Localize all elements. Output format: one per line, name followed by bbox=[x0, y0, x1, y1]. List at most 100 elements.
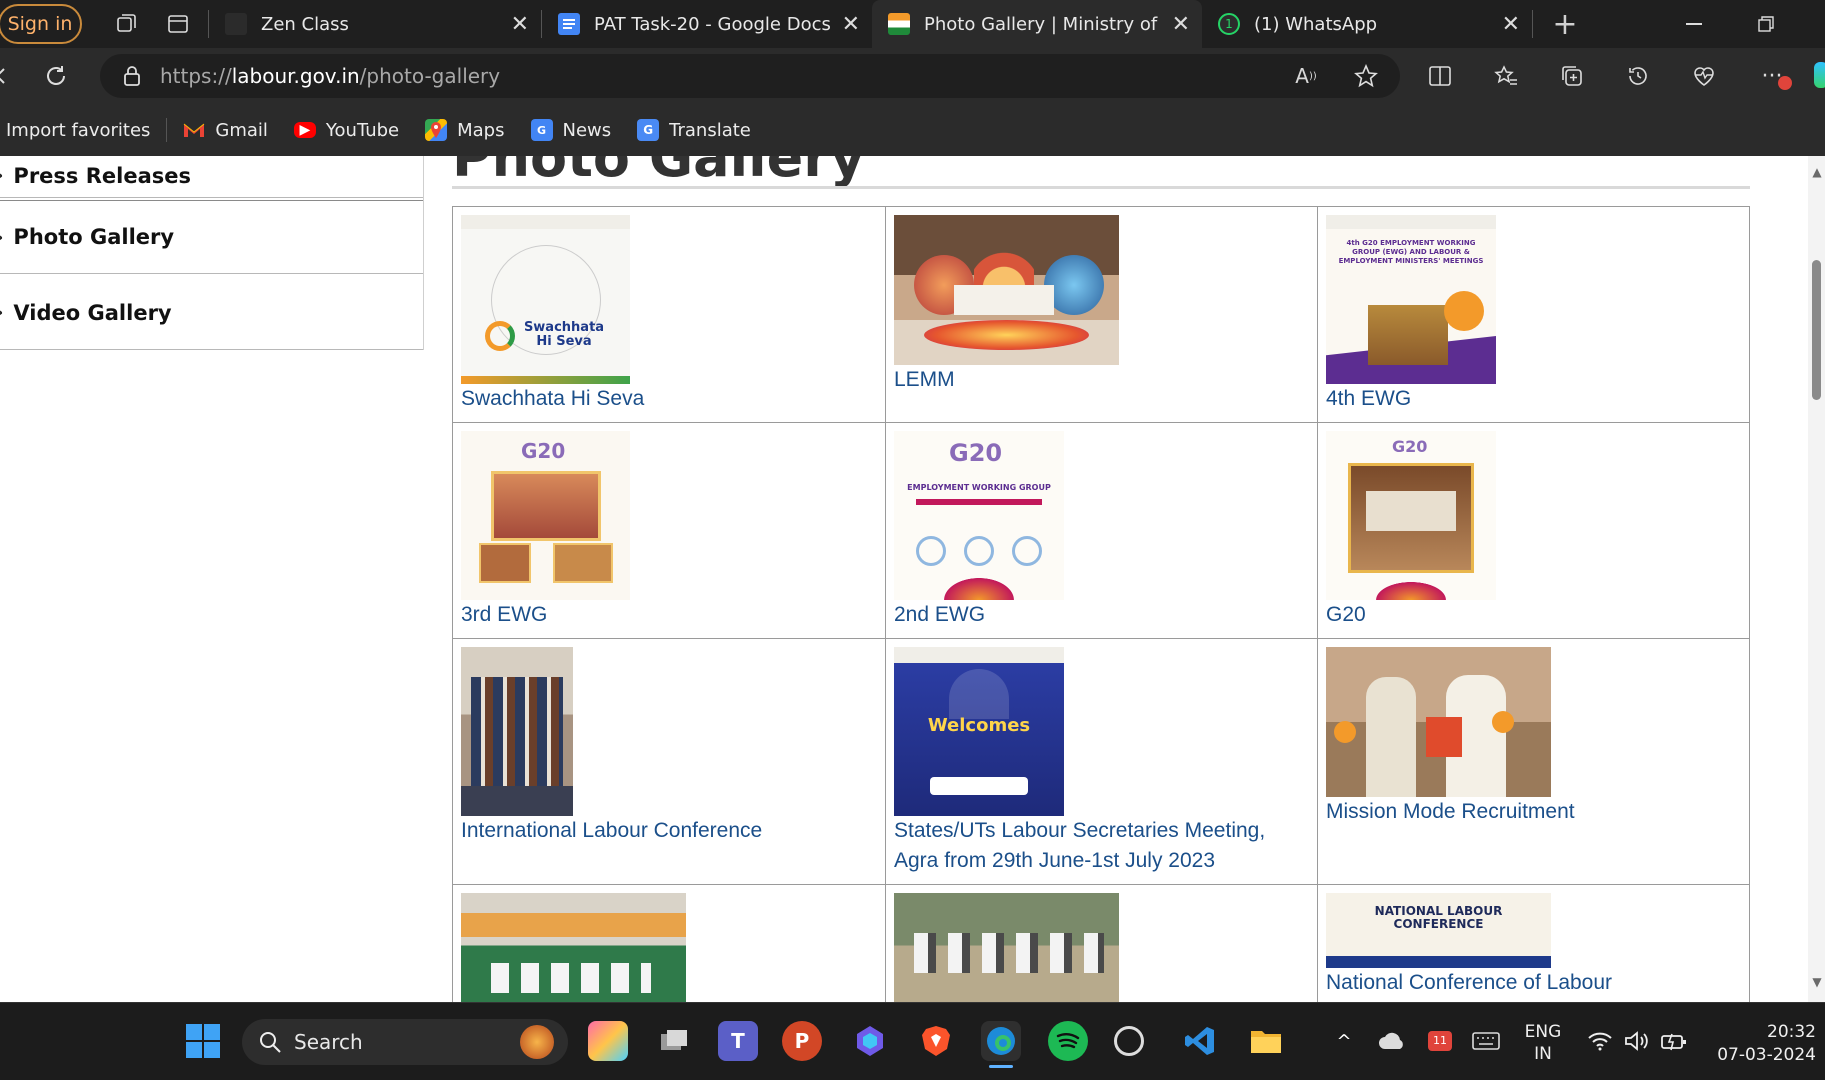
close-tab-icon[interactable]: ✕ bbox=[511, 12, 529, 37]
gallery-item[interactable]: 4th G20 EMPLOYMENT WORKING GROUP (EWG) A… bbox=[1318, 207, 1749, 422]
restore-button[interactable] bbox=[1736, 0, 1796, 48]
gallery-caption-link[interactable]: Mission Mode Recruitment bbox=[1326, 797, 1749, 827]
copilot-icon[interactable] bbox=[850, 1021, 890, 1061]
agra-meeting-thumbnail[interactable]: Welcomes bbox=[894, 647, 1064, 816]
sidebar-item-press-releases[interactable]: › Press Releases bbox=[0, 156, 424, 198]
browser-essentials-icon[interactable] bbox=[1688, 60, 1720, 92]
gallery-item[interactable]: Welcomes States/UTs Labour Secretaries M… bbox=[886, 639, 1318, 884]
g20-thumbnail[interactable]: G20 bbox=[1326, 431, 1496, 600]
gallery-caption-link[interactable]: 4th EWG bbox=[1326, 384, 1749, 414]
copilot-app-icon[interactable] bbox=[588, 1021, 628, 1061]
onedrive-icon[interactable] bbox=[1372, 1021, 1412, 1061]
favorite-star-icon[interactable] bbox=[1350, 60, 1382, 92]
new-tab-button[interactable]: + bbox=[1545, 4, 1585, 44]
tab-actions-icon[interactable] bbox=[158, 4, 198, 44]
2nd-ewg-thumbnail[interactable]: G20 EMPLOYMENT WORKING GROUP bbox=[894, 431, 1064, 600]
lemm-thumbnail[interactable] bbox=[894, 215, 1119, 365]
swachhata-thumbnail[interactable]: Swachhata Hi Seva bbox=[461, 215, 630, 384]
bookmark-import-favorites[interactable]: Import favorites bbox=[6, 120, 150, 141]
gallery-item[interactable]: G20 3rd EWG bbox=[453, 423, 886, 638]
bookmark-translate[interactable]: G Translate bbox=[637, 119, 751, 141]
spotify-icon[interactable] bbox=[1048, 1021, 1088, 1061]
gallery-caption-link[interactable]: LEMM bbox=[894, 365, 1317, 395]
scroll-up-arrow-icon[interactable]: ▲ bbox=[1811, 166, 1823, 178]
gallery-caption-link[interactable]: G20 bbox=[1326, 600, 1749, 630]
gallery-caption-link[interactable]: International Labour Conference bbox=[461, 816, 885, 846]
keyboard-icon[interactable] bbox=[1466, 1021, 1506, 1061]
taskbar-search[interactable]: Search bbox=[242, 1019, 568, 1065]
notifications-badge-icon[interactable]: 11 bbox=[1420, 1021, 1460, 1061]
tab-zen-class[interactable]: Zen Class ✕ bbox=[209, 0, 541, 48]
gallery-item[interactable] bbox=[886, 885, 1318, 1002]
gallery-caption-link[interactable]: States/UTs Labour Secretaries Meeting, A… bbox=[894, 816, 1294, 876]
3rd-ewg-thumbnail[interactable]: G20 bbox=[461, 431, 630, 600]
sidebar-item-video-gallery[interactable]: › Video Gallery bbox=[0, 276, 424, 350]
wifi-icon[interactable] bbox=[1580, 1021, 1620, 1061]
tab-google-docs[interactable]: PAT Task-20 - Google Docs ✕ bbox=[542, 0, 872, 48]
scrollbar-thumb[interactable] bbox=[1812, 260, 1821, 400]
battery-icon[interactable] bbox=[1654, 1021, 1694, 1061]
sidebar-item-photo-gallery[interactable]: › Photo Gallery bbox=[0, 200, 424, 274]
more-options-icon[interactable]: ··· bbox=[1756, 60, 1792, 92]
input-language[interactable]: ENG IN bbox=[1518, 1021, 1568, 1065]
task-view-icon[interactable] bbox=[654, 1021, 694, 1061]
gallery-item[interactable]: International Labour Conference bbox=[453, 639, 886, 884]
vscode-icon[interactable] bbox=[1180, 1021, 1220, 1061]
url-text[interactable]: https://labour.gov.in/photo-gallery bbox=[160, 64, 500, 88]
split-screen-icon[interactable] bbox=[1424, 60, 1456, 92]
chevron-right-icon: › bbox=[0, 227, 3, 248]
chatgpt-icon[interactable] bbox=[1114, 1026, 1144, 1056]
bookmark-youtube[interactable]: ▶ YouTube bbox=[293, 120, 399, 141]
sign-in-button[interactable]: Sign in bbox=[0, 4, 82, 44]
close-tab-icon[interactable]: ✕ bbox=[1502, 12, 1520, 37]
volume-icon[interactable] bbox=[1616, 1021, 1656, 1061]
copilot-icon[interactable] bbox=[1814, 62, 1825, 88]
bookmark-gmail[interactable]: Gmail bbox=[183, 119, 268, 141]
tab-whatsapp[interactable]: 1 (1) WhatsApp ✕ bbox=[1202, 0, 1532, 48]
url-bar[interactable]: https://labour.gov.in/photo-gallery A)) bbox=[100, 54, 1400, 98]
minimize-button[interactable] bbox=[1664, 0, 1724, 48]
4th-ewg-thumbnail[interactable]: 4th G20 EMPLOYMENT WORKING GROUP (EWG) A… bbox=[1326, 215, 1496, 384]
mission-recruitment-thumbnail[interactable] bbox=[1326, 647, 1551, 797]
edge-icon[interactable] bbox=[981, 1021, 1021, 1068]
url-prefix: https:// bbox=[160, 64, 232, 88]
bookmark-news[interactable]: G News bbox=[530, 119, 611, 141]
gallery-caption-link[interactable]: National Conference of Labour bbox=[1326, 968, 1749, 998]
close-tab-icon[interactable]: ✕ bbox=[1172, 12, 1190, 37]
national-labour-conference-thumbnail[interactable]: NATIONAL LABOUR CONFERENCE bbox=[1326, 893, 1551, 968]
gallery-item[interactable]: G20 EMPLOYMENT WORKING GROUP 2nd EWG bbox=[886, 423, 1318, 638]
gallery-caption-link[interactable]: 2nd EWG bbox=[894, 600, 1317, 630]
ilc-thumbnail[interactable] bbox=[461, 647, 573, 816]
windows-start-icon[interactable] bbox=[183, 1021, 223, 1061]
gallery-caption-link[interactable]: 3rd EWG bbox=[461, 600, 885, 630]
file-explorer-icon[interactable] bbox=[1246, 1021, 1286, 1061]
show-hidden-icons-chevron[interactable]: ^ bbox=[1324, 1021, 1364, 1061]
gallery-caption-link[interactable]: Swachhata Hi Seva bbox=[461, 384, 885, 414]
tab-photo-gallery[interactable]: Photo Gallery | Ministry of Lal ✕ bbox=[872, 0, 1202, 48]
clock[interactable]: 20:32 07-03-2024 bbox=[1704, 1021, 1816, 1067]
bookmark-maps[interactable]: Maps bbox=[425, 119, 505, 141]
back-button[interactable] bbox=[0, 60, 18, 92]
page-scrollbar[interactable]: ▲ ▼ bbox=[1808, 156, 1825, 1002]
gallery-item[interactable]: NATIONAL LABOUR CONFERENCE National Conf… bbox=[1318, 885, 1749, 1002]
lock-icon[interactable] bbox=[122, 65, 142, 87]
gallery-item[interactable]: G20 G20 bbox=[1318, 423, 1749, 638]
collections-icon[interactable] bbox=[1556, 60, 1588, 92]
read-aloud-icon[interactable]: A)) bbox=[1290, 60, 1322, 92]
scroll-down-arrow-icon[interactable]: ▼ bbox=[1811, 976, 1823, 988]
workspaces-icon[interactable] bbox=[106, 4, 146, 44]
favorites-bar: Import favorites Gmail ▶ YouTube Maps G … bbox=[0, 104, 1825, 156]
gallery-item[interactable]: LEMM bbox=[886, 207, 1318, 422]
refresh-icon[interactable] bbox=[40, 60, 72, 92]
plantation-thumbnail[interactable] bbox=[894, 893, 1119, 1002]
gallery-item[interactable] bbox=[453, 885, 886, 1002]
gallery-item[interactable]: Mission Mode Recruitment bbox=[1318, 639, 1749, 884]
yoga-event-thumbnail[interactable] bbox=[461, 893, 686, 1002]
teams-icon[interactable]: T bbox=[718, 1021, 758, 1061]
history-icon[interactable] bbox=[1622, 60, 1654, 92]
gallery-item[interactable]: Swachhata Hi Seva Swachhata Hi Seva bbox=[453, 207, 886, 422]
brave-icon[interactable] bbox=[916, 1021, 956, 1061]
favorites-icon[interactable] bbox=[1490, 60, 1522, 92]
powerpoint-icon[interactable]: P bbox=[782, 1021, 822, 1061]
close-tab-icon[interactable]: ✕ bbox=[842, 12, 860, 37]
